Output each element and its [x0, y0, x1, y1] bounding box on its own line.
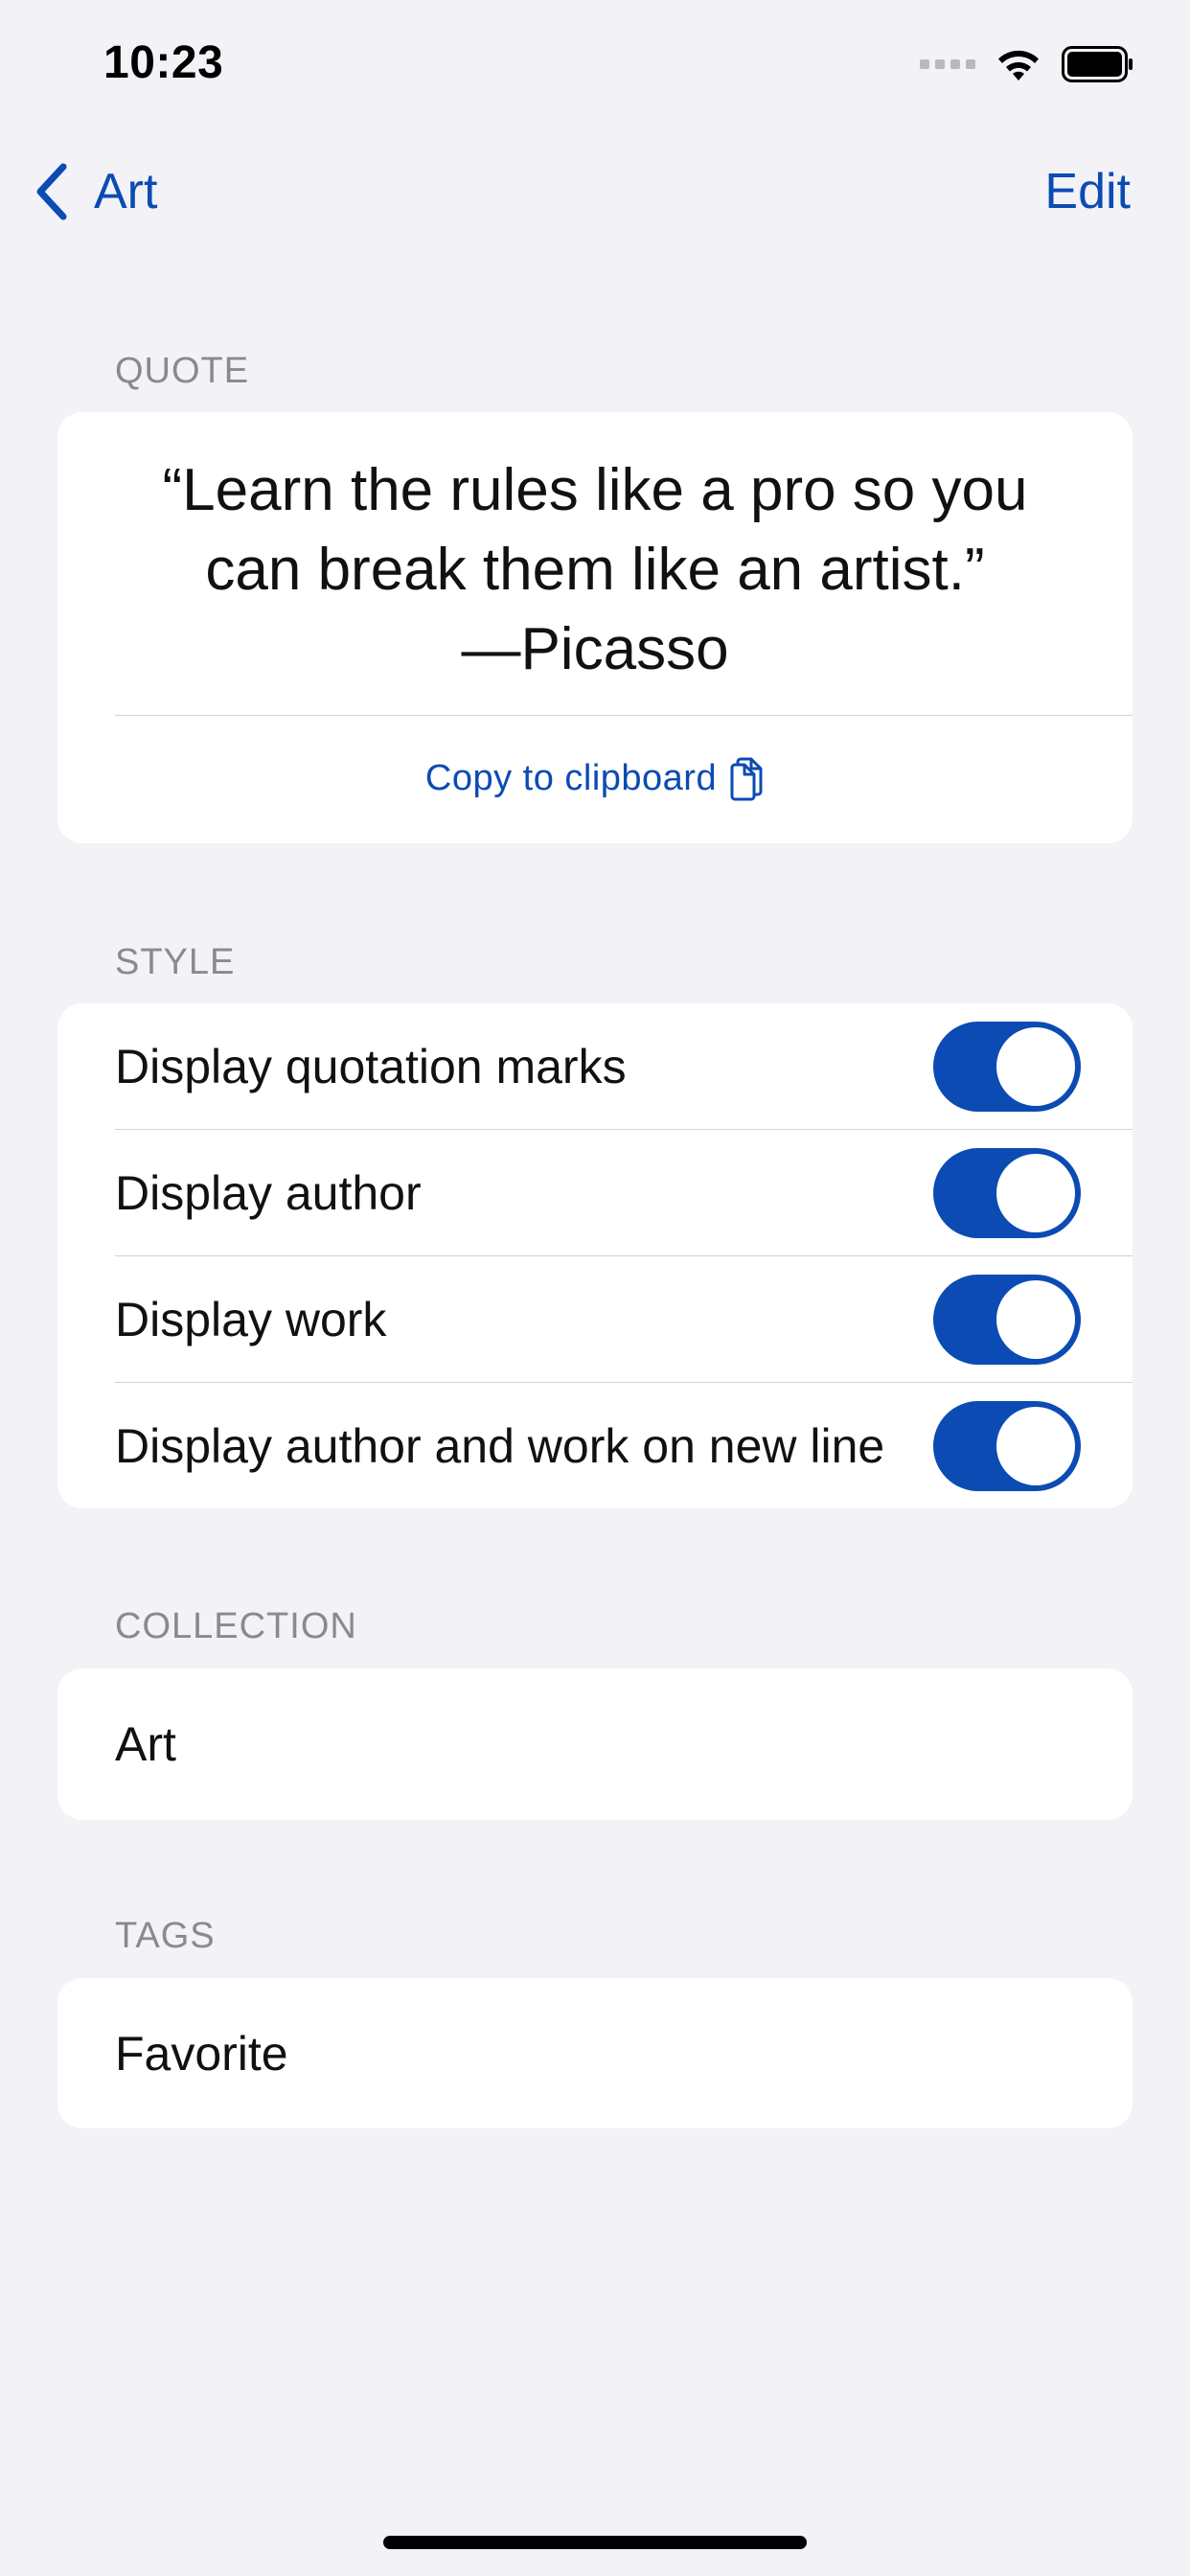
- edit-button[interactable]: Edit: [1044, 153, 1131, 230]
- chevron-left-icon: [36, 163, 67, 220]
- copy-to-clipboard-label: Copy to clipboard: [424, 758, 718, 798]
- toggle-row-work: Display work: [57, 1256, 1133, 1383]
- status-bar: 10:23: [0, 0, 1190, 125]
- navigation-bar: Art Edit: [0, 144, 1190, 240]
- toggle-label: Display author: [115, 1166, 422, 1220]
- toggle-row-quotation-marks: Display quotation marks: [57, 1003, 1133, 1130]
- quotation-marks-toggle[interactable]: [933, 1022, 1081, 1112]
- toggle-row-author: Display author: [57, 1130, 1133, 1256]
- quote-line: “Learn the rules like a pro so you: [162, 457, 1028, 523]
- toggle-knob: [996, 1407, 1075, 1485]
- status-icons: [920, 42, 1134, 86]
- tags-section-header: TAGS: [115, 1916, 216, 1956]
- tags-card[interactable]: Favorite: [57, 1978, 1133, 2128]
- toggle-label: Display author and work on new line: [115, 1419, 885, 1473]
- toggle-label: Display work: [115, 1293, 387, 1346]
- quote-text: “Learn the rules like a pro so you can b…: [96, 450, 1094, 689]
- toggle-knob: [996, 1280, 1075, 1359]
- toggle-knob: [996, 1154, 1075, 1232]
- collection-value: Art: [115, 1717, 176, 1771]
- copy-to-clipboard-button[interactable]: Copy to clipboard: [57, 716, 1133, 841]
- work-toggle[interactable]: [933, 1275, 1081, 1365]
- new-line-toggle[interactable]: [933, 1401, 1081, 1491]
- quote-detail-screen: 10:23 Art Edit QUOTE “Learn the rules li…: [0, 0, 1190, 2576]
- quote-section-header: QUOTE: [115, 351, 250, 391]
- quote-attribution: —Picasso: [461, 616, 729, 682]
- back-button-label: Art: [94, 164, 158, 219]
- collection-section-header: COLLECTION: [115, 1606, 357, 1646]
- collection-card[interactable]: Art: [57, 1668, 1133, 1820]
- home-indicator[interactable]: [383, 2536, 807, 2549]
- tag-value: Favorite: [115, 2027, 288, 2081]
- wifi-icon: [998, 50, 1039, 80]
- style-card: Display quotation marks Display author D…: [57, 1003, 1133, 1508]
- author-toggle[interactable]: [933, 1148, 1081, 1238]
- toggle-label: Display quotation marks: [115, 1040, 627, 1093]
- toggle-knob: [996, 1027, 1075, 1106]
- signal-icon: [920, 59, 975, 69]
- quote-line: can break them like an artist.”: [205, 537, 985, 603]
- battery-icon: [1062, 46, 1134, 82]
- status-time: 10:23: [103, 37, 224, 88]
- quote-card: “Learn the rules like a pro so you can b…: [57, 412, 1133, 843]
- copy-document-icon: [730, 757, 763, 800]
- style-section-header: STYLE: [115, 942, 236, 982]
- toggle-row-new-line: Display author and work on new line: [57, 1383, 1133, 1508]
- back-button[interactable]: Art: [34, 153, 157, 230]
